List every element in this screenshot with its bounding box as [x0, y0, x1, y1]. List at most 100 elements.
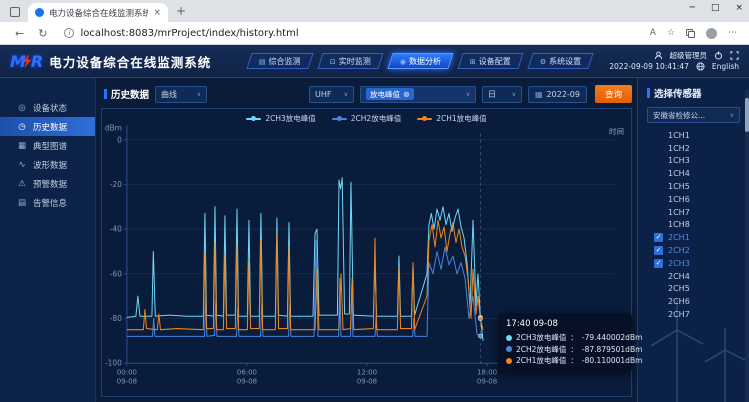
tab-close-icon[interactable]: ×: [153, 8, 161, 18]
query-button[interactable]: 查询: [595, 85, 632, 103]
sensor-label: 2CH2: [668, 246, 690, 255]
collections-icon[interactable]: [686, 29, 695, 38]
sensor-label: 1CH3: [668, 156, 690, 165]
header-user-area: 超级管理员 2022-09-09 10:41:47: [609, 50, 739, 72]
url-field[interactable]: localhost:8083/mrProject/index/history.h…: [80, 28, 649, 39]
date-picker[interactable]: ▦ 2022-09: [528, 86, 587, 103]
app-logo: M R: [10, 52, 41, 71]
sensor-label: 1CH1: [668, 131, 690, 140]
browser-tab[interactable]: 电力设备综合在线监测系统 ×: [28, 3, 168, 22]
checkbox-checked-icon[interactable]: ✓: [654, 259, 663, 268]
browser-profile-avatar[interactable]: [706, 28, 717, 39]
sidebar-item-typical-atlas[interactable]: ▦ 典型图谱: [0, 136, 95, 155]
nav-system-settings-button[interactable]: ⚙系统设置: [527, 53, 593, 69]
legend-item[interactable]: 2CH2放电峰值: [332, 113, 401, 124]
sensor-row-2ch5[interactable]: 2CH5: [638, 283, 749, 296]
metric-multiselect[interactable]: 放电峰值 ⊗ ∨: [360, 86, 476, 103]
sensor-row-2ch2[interactable]: ✓ 2CH2: [638, 244, 749, 257]
sensor-row-1ch7[interactable]: 1CH7: [638, 206, 749, 219]
svg-text:09-08: 09-08: [357, 377, 378, 386]
sidebar-item-alarm-info[interactable]: ▤ 告警信息: [0, 193, 95, 212]
sensor-label: 2CH6: [668, 297, 690, 306]
checkbox-checked-icon[interactable]: ✓: [654, 246, 663, 255]
datetime-label: 2022-09-09 10:41:47: [609, 61, 689, 72]
svg-text:18:00: 18:00: [477, 367, 498, 376]
browser-tab-strip: 电力设备综合在线监测系统 × + ─ □ ×: [0, 0, 749, 22]
window-minimize-button[interactable]: ─: [690, 3, 695, 13]
sensor-row-2ch6[interactable]: 2CH6: [638, 295, 749, 308]
sidebar-item-device-status[interactable]: ◎ 设备状态: [0, 98, 95, 117]
nav-device-config-button[interactable]: ⊞设备配置: [457, 53, 523, 69]
svg-text:09-08: 09-08: [477, 377, 498, 386]
sensor-row-1ch4[interactable]: 1CH4: [638, 167, 749, 180]
sensor-label: 2CH1: [668, 233, 690, 242]
tab-search-icon[interactable]: [10, 7, 20, 17]
chevron-down-icon: ∨: [197, 91, 201, 98]
sensor-row-1ch8[interactable]: 1CH8: [638, 219, 749, 232]
band-select[interactable]: UHF∨: [309, 86, 354, 103]
left-sidebar: ◎ 设备状态 ◷ 历史数据 ▦ 典型图谱 ∿ 波形数据 ⚠ 预警数据: [0, 78, 96, 402]
fullscreen-icon[interactable]: [730, 51, 739, 60]
language-toggle[interactable]: English: [712, 61, 739, 72]
sensor-row-2ch3[interactable]: ✓2CH3: [638, 257, 749, 270]
sensor-label: 1CH2: [668, 144, 690, 153]
remove-tag-icon[interactable]: ⊗: [403, 90, 410, 99]
title-accent-bar: [104, 89, 107, 99]
globe-icon: [696, 62, 705, 71]
sensor-row-1ch6[interactable]: 1CH6: [638, 193, 749, 206]
chevron-down-icon: ∨: [512, 91, 516, 98]
refresh-icon[interactable]: ↻: [38, 27, 47, 40]
sensor-row-2ch1[interactable]: ✓ 2CH1: [638, 231, 749, 244]
app-header: M R 电力设备综合在线监测系统 ▤综合监测 ⊡实时监测 ◉数据分析 ⊞设备配: [0, 45, 749, 78]
station-select[interactable]: 安徽省检修公...∨: [647, 107, 740, 123]
checkbox-checked-icon[interactable]: ✓: [654, 233, 663, 242]
typical-atlas-icon: ▦: [17, 141, 27, 151]
svg-text:06:00: 06:00: [237, 367, 258, 376]
period-select[interactable]: 日∨: [482, 86, 522, 103]
power-icon[interactable]: [714, 51, 723, 60]
checkbox-slot: [654, 297, 663, 306]
nav-realtime-button[interactable]: ⊡实时监测: [317, 53, 383, 69]
sensor-row-2ch4[interactable]: 2CH4: [638, 270, 749, 283]
svg-text:-20: -20: [110, 180, 122, 189]
svg-text:0: 0: [117, 135, 122, 144]
sidebar-item-history-data[interactable]: ◷ 历史数据: [0, 117, 95, 136]
favorite-star-icon[interactable]: ☆: [667, 28, 675, 38]
calendar-icon: ▦: [535, 90, 543, 99]
svg-text:dBm: dBm: [105, 123, 122, 132]
svg-text:-80: -80: [110, 314, 122, 323]
sensor-row-1ch5[interactable]: 1CH5: [638, 180, 749, 193]
chevron-down-icon: ∨: [730, 112, 734, 119]
screen: 电力设备综合在线监测系统 × + ─ □ × ← ↻ i localhost:8…: [0, 0, 749, 402]
nav-overview-button[interactable]: ▤综合监测: [247, 53, 314, 69]
logo-letter-m: M: [10, 52, 24, 71]
sidebar-item-warning-data[interactable]: ⚠ 预警数据: [0, 174, 95, 193]
legend-item[interactable]: 2CH3放电峰值: [246, 113, 315, 124]
sensor-row-1ch1[interactable]: 1CH1: [638, 129, 749, 142]
checkbox-slot: [654, 272, 663, 281]
read-aloud-icon[interactable]: A: [650, 28, 656, 38]
nav-analysis-button[interactable]: ◉数据分析: [387, 53, 453, 69]
legend-item[interactable]: 2CH1放电峰值: [417, 113, 486, 124]
scrollbar-thumb[interactable]: [745, 98, 749, 132]
device-config-icon: ⊞: [470, 57, 476, 65]
sensor-row-1ch3[interactable]: 1CH3: [638, 155, 749, 168]
chart-type-select[interactable]: 曲线∨: [155, 86, 207, 103]
sensor-label: 2CH4: [668, 272, 690, 281]
checkbox-slot: [654, 156, 663, 165]
realtime-icon: ⊡: [330, 57, 336, 65]
browser-menu-icon[interactable]: ⋯: [728, 28, 737, 38]
sensor-panel: 选择传感器 安徽省检修公...∨ 1CH11CH21CH31CH41CH51CH…: [637, 78, 749, 402]
new-tab-button[interactable]: +: [176, 4, 186, 18]
sidebar-item-waveform-data[interactable]: ∿ 波形数据: [0, 155, 95, 174]
back-icon[interactable]: ←: [15, 27, 24, 40]
x-axis-name: 时间: [609, 126, 624, 137]
username[interactable]: 超级管理员: [670, 50, 708, 61]
sensor-row-1ch2[interactable]: 1CH2: [638, 142, 749, 155]
sensor-row-2ch7[interactable]: 2CH7: [638, 308, 749, 321]
window-close-button[interactable]: ×: [735, 3, 743, 13]
site-info-icon[interactable]: i: [64, 28, 74, 38]
sensor-label: 1CH7: [668, 208, 690, 217]
checkbox-slot: [654, 220, 663, 229]
window-maximize-button[interactable]: □: [711, 3, 720, 13]
